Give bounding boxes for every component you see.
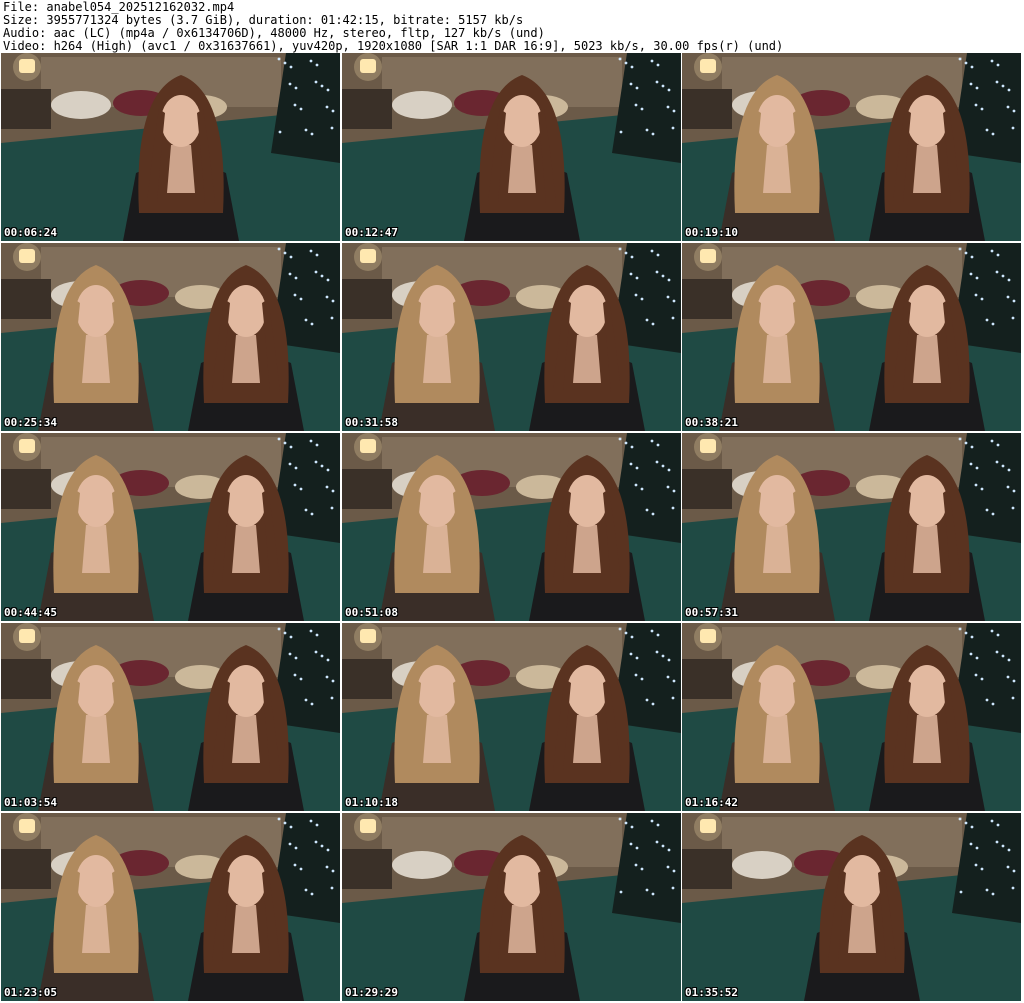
- thumbnail-scene: [1, 813, 340, 1001]
- video-thumbnail: 00:12:47: [342, 53, 681, 241]
- audio-info-line: Audio: aac (LC) (mp4a / 0x6134706D), 480…: [3, 27, 545, 40]
- video-thumbnail: 00:38:21: [682, 243, 1021, 431]
- video-thumbnail: 01:16:42: [682, 623, 1021, 811]
- video-thumbnail: 00:44:45: [1, 433, 340, 621]
- thumbnail-scene: [342, 623, 681, 811]
- thumbnail-timestamp: 01:03:54: [4, 796, 57, 809]
- thumbnail-timestamp: 01:10:18: [345, 796, 398, 809]
- thumbnail-timestamp: 01:29:29: [345, 986, 398, 999]
- thumbnail-timestamp: 01:35:52: [685, 986, 738, 999]
- thumbnail-scene: [682, 623, 1021, 811]
- video-thumbnail: 00:06:24: [1, 53, 340, 241]
- thumbnail-timestamp: 00:57:31: [685, 606, 738, 619]
- file-info-header: File: anabel054_202512162032.mp4 Size: 3…: [3, 1, 1021, 53]
- thumbnail-scene: [342, 53, 681, 241]
- video-thumbnail: 00:19:10: [682, 53, 1021, 241]
- video-thumbnail: 00:57:31: [682, 433, 1021, 621]
- video-thumbnail: 01:29:29: [342, 813, 681, 1001]
- thumbnail-scene: [682, 53, 1021, 241]
- video-thumbnail: 00:25:34: [1, 243, 340, 431]
- thumbnail-timestamp: 00:25:34: [4, 416, 57, 429]
- video-thumbnail: 01:35:52: [682, 813, 1021, 1001]
- thumbnail-timestamp: 00:51:08: [345, 606, 398, 619]
- video-thumbnail: 00:51:08: [342, 433, 681, 621]
- file-name-line: File: anabel054_202512162032.mp4: [3, 1, 235, 14]
- thumbnail-scene: [342, 243, 681, 431]
- thumbnail-timestamp: 01:16:42: [685, 796, 738, 809]
- thumbnail-scene: [1, 623, 340, 811]
- thumbnail-scene: [1, 433, 340, 621]
- thumbnail-timestamp: 01:23:05: [4, 986, 57, 999]
- video-thumbnail: 00:31:58: [342, 243, 681, 431]
- thumbnail-scene: [682, 243, 1021, 431]
- thumbnail-scene: [1, 53, 340, 241]
- video-thumbnail: 01:03:54: [1, 623, 340, 811]
- thumbnail-timestamp: 00:19:10: [685, 226, 738, 239]
- thumbnail-scene: [682, 433, 1021, 621]
- video-thumbnail: 01:23:05: [1, 813, 340, 1001]
- thumbnail-grid: 00:06:24 00:12:47 00:19:10 00:25:34 00:31:58…: [1, 53, 1023, 1003]
- file-size-line: Size: 3955771324 bytes (3.7 GiB), durati…: [3, 14, 524, 27]
- thumbnail-timestamp: 00:06:24: [4, 226, 57, 239]
- thumbnail-timestamp: 00:12:47: [345, 226, 398, 239]
- thumbnail-timestamp: 00:31:58: [345, 416, 398, 429]
- thumbnail-scene: [342, 813, 681, 1001]
- video-info-line: Video: h264 (High) (avc1 / 0x31637661), …: [3, 40, 784, 53]
- thumbnail-scene: [342, 433, 681, 621]
- thumbnail-scene: [682, 813, 1021, 1001]
- thumbnail-timestamp: 00:38:21: [685, 416, 738, 429]
- video-thumbnail: 01:10:18: [342, 623, 681, 811]
- thumbnail-timestamp: 00:44:45: [4, 606, 57, 619]
- thumbnail-scene: [1, 243, 340, 431]
